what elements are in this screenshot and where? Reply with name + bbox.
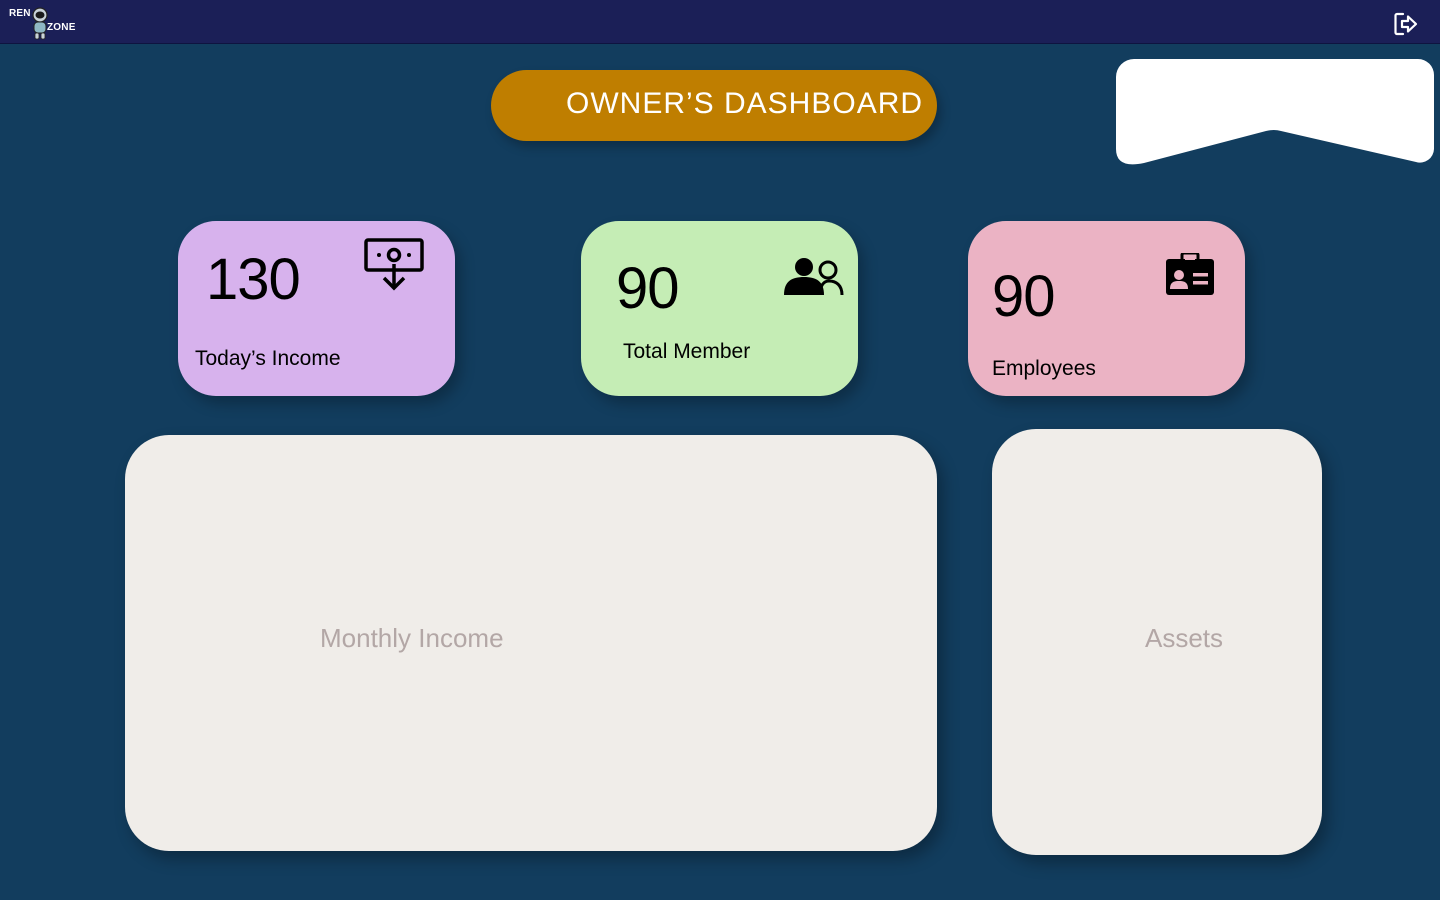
notice-banner: [1116, 59, 1434, 165]
monthly-income-title: Monthly Income: [320, 623, 504, 653]
employees-value: 90: [992, 264, 1056, 329]
employees-card[interactable]: 90 Employees: [968, 221, 1245, 396]
assets-panel[interactable]: Assets: [992, 429, 1322, 855]
todays-income-card[interactable]: 130 Today’s Income: [178, 221, 455, 396]
app-logo[interactable]: REN ZONE: [9, 7, 79, 41]
monthly-income-panel[interactable]: Monthly Income: [125, 435, 937, 851]
id-card-icon: [1166, 253, 1214, 295]
employees-label: Employees: [992, 357, 1096, 380]
logout-icon[interactable]: [1392, 10, 1420, 38]
assets-title: Assets: [1145, 623, 1224, 653]
top-bar: REN ZONE: [0, 0, 1440, 44]
total-member-label: Total Member: [623, 340, 751, 363]
dashboard-title-badge: OWNER’S DASHBOARD: [491, 70, 937, 141]
members-icon: [784, 258, 844, 296]
todays-income-value: 130: [206, 247, 301, 312]
income-icon: [364, 238, 424, 291]
logo-text-top: REN: [9, 8, 31, 19]
logo-text-bottom: ZONE: [47, 22, 76, 33]
total-member-value: 90: [616, 256, 680, 321]
page-title: OWNER’S DASHBOARD: [566, 87, 924, 120]
todays-income-label: Today’s Income: [195, 347, 341, 370]
total-member-card[interactable]: 90 Total Member: [581, 221, 858, 396]
